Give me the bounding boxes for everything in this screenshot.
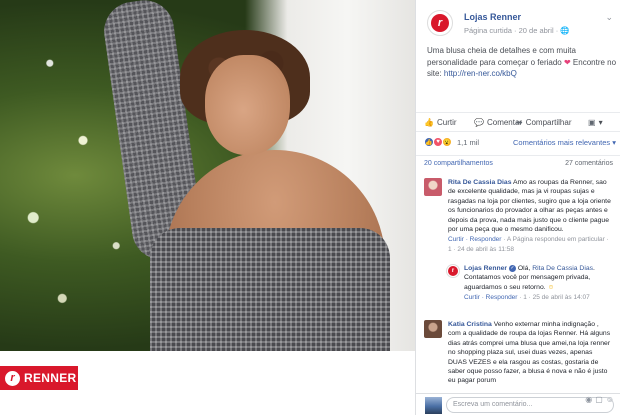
sticker-icon: ☺ (605, 395, 617, 404)
comments-list: Rita De Cassia Dias Amo as roupas da Ren… (416, 172, 620, 392)
stats-row: 20 compartilhamentos 27 comentários (416, 155, 620, 170)
comment-text: Venho externar minha indignação , com a … (448, 321, 611, 385)
avatar[interactable] (424, 178, 442, 196)
post-link[interactable]: http://ren-ner.co/kbQ (444, 69, 517, 78)
camera-icon: ◉ (585, 395, 596, 404)
post-text: Uma blusa cheia de detalhes e com muita … (427, 46, 617, 78)
share-button[interactable]: ➦ Compartilhar (516, 118, 572, 127)
chevron-down-icon[interactable]: ⌄ (605, 12, 613, 23)
avatar[interactable] (424, 320, 442, 338)
renner-avatar-icon: r (448, 266, 458, 276)
comment-icon: 💬 (474, 118, 484, 127)
page-avatar[interactable]: r (427, 10, 453, 36)
comment-body: Katia Cristina Venho externar minha indi… (448, 320, 612, 386)
write-comment-bar: Escreva um comentário... ◉▢☺ (416, 393, 620, 415)
comment-meta: Curtir · Responder · A Página respondeu … (448, 236, 609, 253)
post-header: r Lojas Renner Página curtida · 20 de ab… (427, 10, 617, 40)
reactions-row: 👍 ♥ 😮 1,1 mil Comentários mais relevante… (424, 137, 616, 151)
action-bar: 👍 Curtir 💬 Comentar ➦ Compartilhar ▣ ▾ (416, 112, 620, 132)
comment-meta: Curtir · Responder · 1 · 25 de abril às … (464, 294, 590, 302)
comment-text: Amo as roupas da Renner, sao de excelent… (448, 179, 611, 234)
post-panel: r Lojas Renner Página curtida · 20 de ab… (415, 0, 620, 415)
verified-icon: ✓ (508, 264, 516, 272)
share-icon: ➦ (516, 118, 523, 127)
image-icon: ▣ (588, 118, 596, 127)
comment-order-dropdown[interactable]: Comentários mais relevantes ▾ (513, 138, 616, 147)
tagged-user[interactable]: Rita De Cassia Dias (532, 265, 593, 272)
gingham-blouse (150, 228, 390, 351)
gif-icon: ▢ (595, 395, 606, 404)
shares-count[interactable]: 20 compartilhamentos (424, 160, 493, 167)
commenter-name[interactable]: Lojas Renner (464, 265, 507, 272)
renner-avatar-icon: r (431, 14, 449, 32)
commenter-name[interactable]: Katia Cristina (448, 321, 492, 328)
renner-logo: r RENNER (0, 366, 78, 390)
comment-body: Rita De Cassia Dias Amo as roupas da Ren… (448, 178, 612, 254)
comment-button[interactable]: 💬 Comentar (474, 118, 522, 127)
avatar[interactable]: r (446, 264, 460, 278)
model-face (205, 55, 290, 155)
comment-tools[interactable]: ◉▢☺ (585, 395, 617, 404)
post-meta: Página curtida · 20 de abril · 🌐 (464, 26, 570, 35)
globe-icon: 🌐 (560, 26, 570, 35)
comment-body: Lojas Renner ✓ Olá, Rita De Cassia Dias.… (464, 264, 614, 303)
thumbs-up-icon: 👍 (424, 118, 434, 127)
heart-icon: ❤ (563, 57, 571, 67)
wow-reaction-icon: 😮 (442, 137, 452, 147)
avatar (425, 397, 442, 414)
page-name-link[interactable]: Lojas Renner (464, 12, 521, 22)
renner-logo-text: RENNER (24, 371, 77, 385)
reaction-icons[interactable]: 👍 ♥ 😮 (424, 137, 452, 147)
post-photo[interactable] (0, 0, 415, 351)
audience-menu-button[interactable]: ▣ ▾ (588, 118, 603, 127)
reaction-count[interactable]: 1,1 mil (457, 138, 479, 147)
renner-logo-icon: r (5, 370, 20, 386)
smile-emoji-icon: ☺ (547, 283, 555, 291)
comments-count[interactable]: 27 comentários (565, 160, 613, 167)
commenter-name[interactable]: Rita De Cassia Dias (448, 179, 511, 186)
like-button[interactable]: 👍 Curtir (424, 118, 457, 127)
